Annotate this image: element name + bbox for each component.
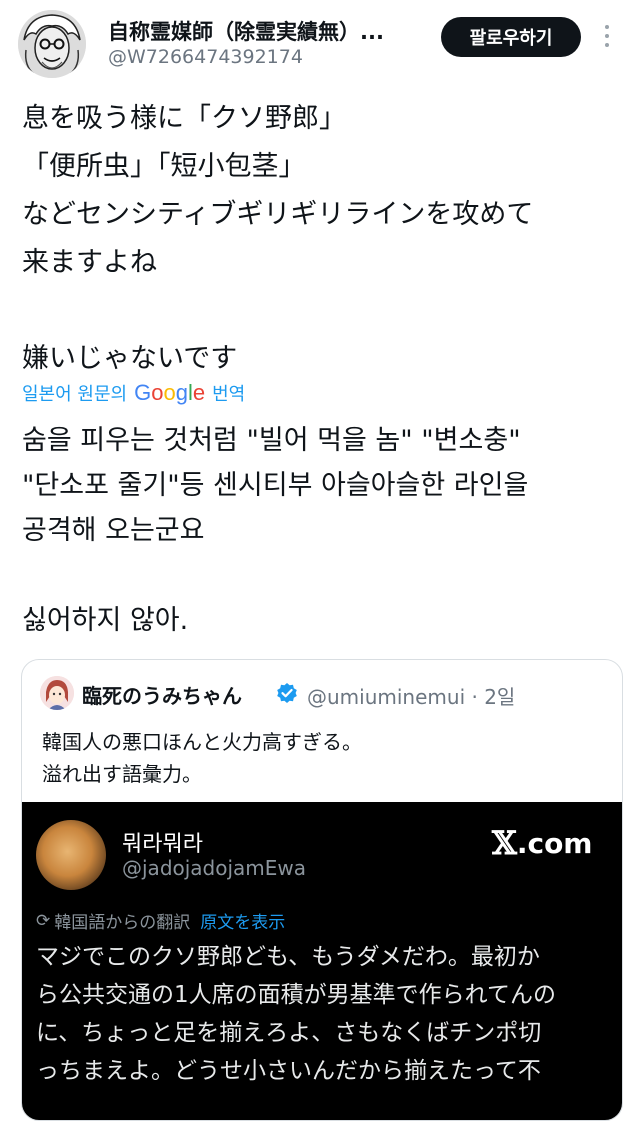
x-logo: 𝕏 .com [492, 824, 592, 862]
embedded-translate-row: ⟳ 韓国語からの翻訳 原文を表示 [36, 908, 285, 934]
translate-suffix: 번역 [212, 384, 246, 405]
verified-badge-icon [277, 683, 297, 703]
translate-icon: ⟳ [36, 910, 51, 931]
show-original-link[interactable]: 原文を表示 [200, 908, 285, 933]
translated-text: 숨을 피우는 것처럼 "빌어 먹을 놈" "변소충" "단소포 줄기"등 센시티… [22, 425, 529, 636]
embedded-post-text: マジでこのクソ野郎ども、もうダメだわ。最初か ら公共交通の1人席の面積が男基準で… [36, 944, 556, 1084]
translate-attribution[interactable]: 일본어 원문의 Google 번역 [22, 376, 245, 410]
embedded-author-handle: @jadojadojamEwa [122, 856, 307, 880]
x-mark-icon: 𝕏 [492, 824, 517, 862]
embedded-author-name: 뭐라뭐라 [122, 832, 203, 857]
author-handle[interactable]: @W7266474392174 [108, 46, 303, 68]
quote-text: 韓国人の悪口ほんと火力高すぎる。 溢れ出す語彙力。 [42, 730, 362, 786]
tweet-header: 自称霊媒師（除霊実績無）... @W7266474392174 팔로우하기 [0, 0, 640, 86]
translate-prefix: 일본어 원문의 [22, 384, 128, 405]
quote-author-avatar[interactable] [40, 676, 74, 710]
author-avatar[interactable] [18, 10, 86, 78]
quote-author-name[interactable]: 臨死のうみちゃん [82, 680, 242, 709]
author-display-name[interactable]: 自称霊媒師（除霊実績無）... [108, 16, 418, 46]
more-vertical-icon[interactable] [600, 22, 614, 50]
google-letter-g: G [134, 380, 152, 405]
embedded-post[interactable]: 뭐라뭐라 @jadojadojamEwa 𝕏 .com ⟳ 韓国語からの翻訳 原文… [22, 802, 622, 1120]
google-logo: Google [134, 380, 206, 405]
follow-button[interactable]: 팔로우하기 [441, 17, 581, 57]
tweet-text: 息を吸う様に「クソ野郎」 「便所虫」「短小包茎」 などセンシティブギリギリライン… [22, 103, 534, 374]
translated-from-label: 韓国語からの翻訳 [54, 913, 191, 933]
quote-author-meta[interactable]: @umiuminemui · 2일 [307, 681, 515, 710]
quote-tweet-card[interactable]: 臨死のうみちゃん @umiuminemui · 2일 韓国人の悪口ほんと火力高す… [21, 659, 623, 1121]
site-suffix: .com [516, 826, 593, 860]
embedded-author-avatar [36, 820, 106, 890]
